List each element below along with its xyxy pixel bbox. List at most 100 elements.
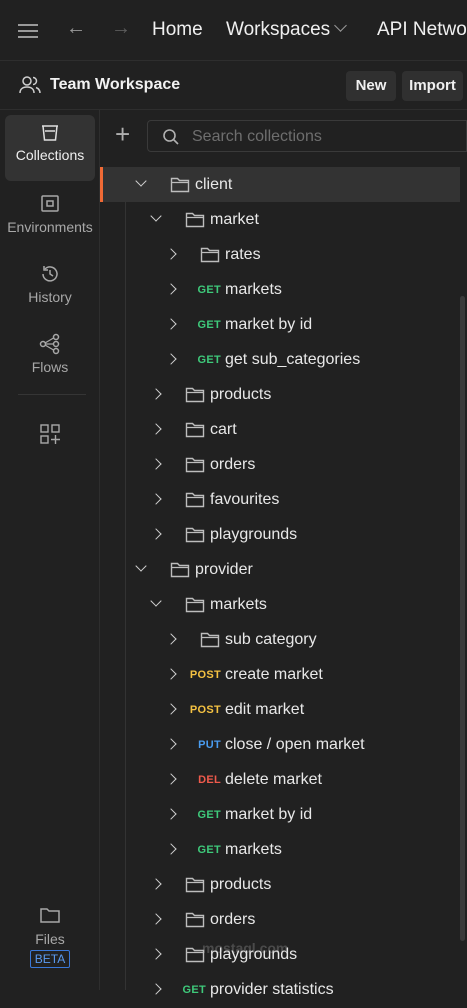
tree-folder-row[interactable]: playgrounds: [100, 517, 460, 552]
http-method-badge: GET: [182, 984, 206, 996]
http-method-badge: GET: [197, 319, 221, 331]
tree-folder-row[interactable]: sub category: [100, 622, 460, 657]
chevron-right-icon[interactable]: [165, 843, 177, 855]
folder-icon: [185, 877, 205, 893]
chevron-right-icon[interactable]: [150, 458, 162, 470]
tree-item-label: products: [210, 386, 272, 403]
chevron-right-icon[interactable]: [165, 318, 177, 330]
chevron-right-icon[interactable]: [150, 423, 162, 435]
scrollbar[interactable]: [460, 296, 465, 941]
chevron-down-icon[interactable]: [135, 560, 147, 572]
chevron-right-icon[interactable]: [165, 738, 177, 750]
tree-folder-row[interactable]: cart: [100, 412, 460, 447]
tree-request-row[interactable]: POST edit market: [100, 692, 460, 727]
tree-folder-row[interactable]: rates: [100, 237, 460, 272]
sidebar-divider: [18, 394, 86, 395]
team-icon: [19, 76, 41, 94]
sidebar-item-environments[interactable]: Environments: [5, 185, 95, 251]
tree-item-label: create market: [225, 666, 323, 683]
import-button[interactable]: Import: [402, 71, 463, 101]
tree-folder-row[interactable]: orders: [100, 447, 460, 482]
tree-item-label: playgrounds: [210, 526, 298, 543]
tree-folder-row[interactable]: orders: [100, 902, 460, 937]
tree-item-label: orders: [210, 456, 256, 473]
chevron-right-icon[interactable]: [150, 528, 162, 540]
files-section[interactable]: Files BETA: [0, 905, 100, 968]
back-arrow-icon[interactable]: ←: [66, 17, 86, 40]
chevron-right-icon[interactable]: [165, 668, 177, 680]
chevron-right-icon[interactable]: [165, 703, 177, 715]
left-sidebar: Collections Environments History Flows F…: [0, 110, 100, 990]
tree-item-label: edit market: [225, 701, 305, 718]
top-nav-bar: ← → Home Workspaces API Network: [0, 0, 467, 60]
tree-request-row[interactable]: GET get sub_categories: [100, 342, 460, 377]
chevron-down-icon[interactable]: [150, 210, 162, 222]
sidebar-item-collections[interactable]: Collections: [5, 115, 95, 181]
chevron-right-icon[interactable]: [150, 983, 162, 995]
chevron-right-icon[interactable]: [150, 878, 162, 890]
tree-folder-row[interactable]: market: [100, 202, 460, 237]
home-link[interactable]: Home: [152, 19, 203, 41]
tree-request-row[interactable]: POST create market: [100, 657, 460, 692]
tree-item-label: market: [210, 211, 259, 228]
tree-request-row[interactable]: GET market by id: [100, 307, 460, 342]
folder-icon: [185, 422, 205, 438]
tree-item-label: market by id: [225, 806, 313, 823]
tree-request-row[interactable]: PUT close / open market: [100, 727, 460, 762]
new-button[interactable]: New: [346, 71, 396, 101]
chevron-down-icon[interactable]: [150, 595, 162, 607]
chevron-down-icon[interactable]: [334, 19, 347, 32]
history-icon: [42, 266, 58, 282]
http-method-badge: GET: [197, 809, 221, 821]
flows-icon: [39, 333, 60, 355]
tree-folder-row[interactable]: products: [100, 867, 460, 902]
hamburger-menu-icon[interactable]: [18, 20, 38, 42]
folder-icon: [185, 527, 205, 543]
sidebar-item-flows[interactable]: Flows: [5, 325, 95, 391]
tree-folder-row[interactable]: markets: [100, 587, 460, 622]
chevron-right-icon[interactable]: [165, 808, 177, 820]
chevron-right-icon[interactable]: [165, 248, 177, 260]
tree-folder-row[interactable]: products: [100, 377, 460, 412]
folder-icon: [170, 562, 190, 578]
chevron-right-icon[interactable]: [165, 283, 177, 295]
tree-request-row[interactable]: GET markets: [100, 832, 460, 867]
sidebar-item-history[interactable]: History: [5, 255, 95, 321]
tree-folder-row[interactable]: favourites: [100, 482, 460, 517]
tree-request-row[interactable]: DEL delete market: [100, 762, 460, 797]
add-collection-icon[interactable]: +: [115, 121, 130, 147]
collections-panel: + client market rates GET markets GET market b…: [100, 110, 467, 998]
forward-arrow-icon[interactable]: →: [111, 17, 131, 40]
tree-request-row[interactable]: GET markets: [100, 272, 460, 307]
tree-item-label: client: [195, 176, 233, 193]
chevron-right-icon[interactable]: [150, 388, 162, 400]
chevron-right-icon[interactable]: [150, 493, 162, 505]
http-method-badge: GET: [197, 284, 221, 296]
http-method-badge: POST: [189, 669, 221, 681]
chevron-right-icon[interactable]: [165, 353, 177, 365]
tree-folder-row[interactable]: client: [100, 167, 460, 202]
collections-tree: client market rates GET markets GET market by …: [100, 167, 460, 1007]
search-input[interactable]: [190, 126, 454, 148]
tree-folder-row[interactable]: provider: [100, 552, 460, 587]
tree-item-label: get sub_categories: [225, 351, 361, 368]
tree-item-label: markets: [225, 841, 282, 858]
add-apps-icon[interactable]: [39, 423, 61, 445]
files-label: Files: [35, 931, 65, 947]
chevron-down-icon[interactable]: [135, 175, 147, 187]
folder-icon: [185, 492, 205, 508]
tree-item-label: products: [210, 876, 272, 893]
tree-item-label: provider: [195, 561, 253, 578]
chevron-right-icon[interactable]: [150, 913, 162, 925]
folder-icon: [200, 632, 220, 648]
tree-request-row[interactable]: GET market by id: [100, 797, 460, 832]
chevron-right-icon[interactable]: [165, 773, 177, 785]
folder-icon: [200, 247, 220, 263]
search-box[interactable]: [147, 120, 467, 152]
chevron-right-icon[interactable]: [150, 948, 162, 960]
api-network-link[interactable]: API Network: [377, 19, 467, 41]
tree-item-label: market by id: [225, 316, 313, 333]
workspace-name[interactable]: Team Workspace: [50, 76, 180, 94]
workspaces-menu[interactable]: Workspaces: [226, 19, 330, 41]
chevron-right-icon[interactable]: [165, 633, 177, 645]
